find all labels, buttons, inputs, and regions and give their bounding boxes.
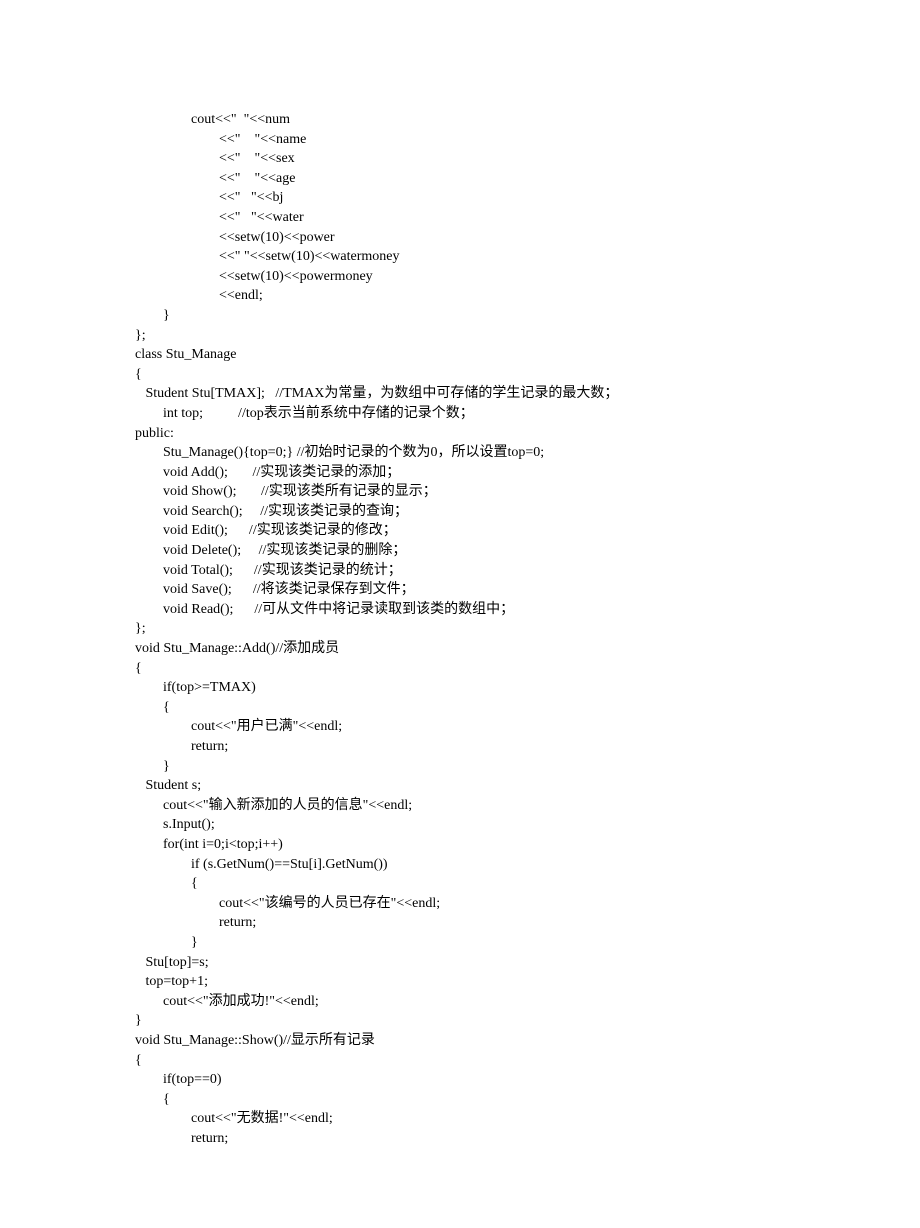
code-line: { [135, 1051, 785, 1071]
code-line: { [135, 659, 785, 679]
code-line: void Total(); //实现该类记录的统计； [135, 561, 785, 581]
code-line: }; [135, 619, 785, 639]
code-line: void Delete(); //实现该类记录的删除； [135, 541, 785, 561]
code-line: void Save(); //将该类记录保存到文件； [135, 580, 785, 600]
code-line: <<" "<<name [135, 130, 785, 150]
code-line: } [135, 757, 785, 777]
code-line: { [135, 698, 785, 718]
code-line: top=top+1; [135, 972, 785, 992]
code-line: { [135, 874, 785, 894]
code-line: } [135, 306, 785, 326]
code-line: <<" "<<sex [135, 149, 785, 169]
code-line: <<" "<<age [135, 169, 785, 189]
code-line: <<" "<<water [135, 208, 785, 228]
code-line: <<" "<<setw(10)<<watermoney [135, 247, 785, 267]
code-line: { [135, 365, 785, 385]
code-line: cout<<"输入新添加的人员的信息"<<endl; [135, 796, 785, 816]
code-line: void Stu_Manage::Show()//显示所有记录 [135, 1031, 785, 1051]
code-line: return; [135, 913, 785, 933]
code-line: <<setw(10)<<power [135, 228, 785, 248]
code-line: s.Input(); [135, 815, 785, 835]
code-line: if (s.GetNum()==Stu[i].GetNum()) [135, 855, 785, 875]
code-line: } [135, 1011, 785, 1031]
code-line: Stu[top]=s; [135, 953, 785, 973]
code-document: cout<<" "<<num <<" "<<name <<" "<<sex <<… [0, 0, 920, 1228]
code-line: <<setw(10)<<powermoney [135, 267, 785, 287]
code-line: void Search(); //实现该类记录的查询； [135, 502, 785, 522]
code-line: public: [135, 424, 785, 444]
code-line: Student s; [135, 776, 785, 796]
code-line: if(top==0) [135, 1070, 785, 1090]
code-line: void Read(); //可从文件中将记录读取到该类的数组中； [135, 600, 785, 620]
code-line: cout<<" "<<num [135, 110, 785, 130]
code-line: { [135, 1090, 785, 1110]
code-line: for(int i=0;i<top;i++) [135, 835, 785, 855]
code-line: return; [135, 1129, 785, 1149]
code-line: }; [135, 326, 785, 346]
code-line: cout<<"无数据!"<<endl; [135, 1109, 785, 1129]
code-line: <<" "<<bj [135, 188, 785, 208]
code-line: cout<<"添加成功!"<<endl; [135, 992, 785, 1012]
code-line: return; [135, 737, 785, 757]
code-line: void Add(); //实现该类记录的添加； [135, 463, 785, 483]
code-line: void Edit(); //实现该类记录的修改； [135, 521, 785, 541]
code-line: cout<<"用户已满"<<endl; [135, 717, 785, 737]
code-line: cout<<"该编号的人员已存在"<<endl; [135, 894, 785, 914]
code-line: void Show(); //实现该类所有记录的显示； [135, 482, 785, 502]
code-line: } [135, 933, 785, 953]
code-line: class Stu_Manage [135, 345, 785, 365]
code-line: Student Stu[TMAX]; //TMAX为常量，为数组中可存储的学生记… [135, 384, 785, 404]
code-line: if(top>=TMAX) [135, 678, 785, 698]
code-line: int top; //top表示当前系统中存储的记录个数； [135, 404, 785, 424]
code-line: Stu_Manage(){top=0;} //初始时记录的个数为0，所以设置to… [135, 443, 785, 463]
code-line: <<endl; [135, 286, 785, 306]
code-line: void Stu_Manage::Add()//添加成员 [135, 639, 785, 659]
